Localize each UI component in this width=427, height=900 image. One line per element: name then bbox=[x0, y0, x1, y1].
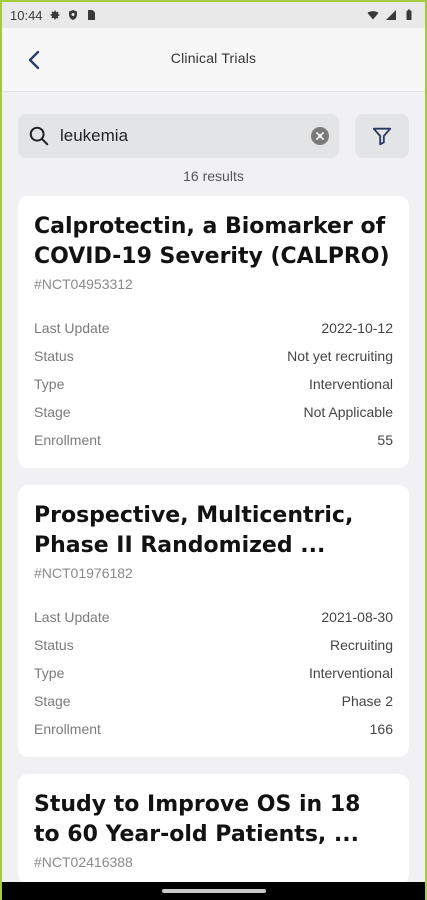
detail-label: Last Update bbox=[34, 320, 110, 336]
screen: 10:44 Clinical Trials leukemia 16 result… bbox=[0, 0, 427, 900]
detail-value: Not Applicable bbox=[303, 404, 393, 420]
home-gesture-handle[interactable] bbox=[161, 889, 266, 893]
filter-icon bbox=[372, 127, 392, 146]
detail-value: Interventional bbox=[308, 665, 393, 681]
detail-label: Status bbox=[34, 637, 74, 653]
navigation-bar bbox=[2, 882, 425, 900]
trial-id: #NCT02416388 bbox=[34, 854, 133, 870]
detail-row-status: Status Recruiting bbox=[34, 631, 393, 659]
trial-id: #NCT04953312 bbox=[34, 276, 133, 292]
detail-value: Not yet recruiting bbox=[287, 348, 393, 364]
detail-row-enrollment: Enrollment 166 bbox=[34, 715, 393, 743]
shield-icon bbox=[68, 10, 77, 20]
detail-value: Interventional bbox=[308, 376, 393, 392]
detail-label: Stage bbox=[34, 693, 71, 709]
detail-row-stage: Stage Phase 2 bbox=[34, 687, 393, 715]
trial-card[interactable]: Study to Improve OS in 18 to 60 Year-old… bbox=[18, 774, 409, 884]
detail-label: Stage bbox=[34, 404, 71, 420]
detail-label: Enrollment bbox=[34, 721, 101, 737]
detail-row-type: Type Interventional bbox=[34, 370, 393, 398]
detail-value: 2022-10-12 bbox=[321, 320, 393, 336]
detail-label: Type bbox=[34, 376, 65, 392]
app-bar: Clinical Trials bbox=[2, 28, 425, 92]
detail-row-type: Type Interventional bbox=[34, 659, 393, 687]
detail-row-enrollment: Enrollment 55 bbox=[34, 426, 393, 454]
detail-row-last-update: Last Update 2021-08-30 bbox=[34, 603, 393, 631]
settings-icon bbox=[50, 10, 60, 20]
detail-label: Enrollment bbox=[34, 432, 101, 448]
search-icon bbox=[29, 126, 49, 146]
trial-list: Calprotectin, a Biomarker of COVID-19 Se… bbox=[18, 196, 409, 900]
detail-value: Recruiting bbox=[329, 637, 393, 653]
search-row bbox=[18, 114, 409, 158]
detail-label: Last Update bbox=[34, 609, 110, 625]
trial-title: Calprotectin, a Biomarker of COVID-19 Se… bbox=[34, 214, 390, 269]
search-box[interactable] bbox=[18, 114, 339, 158]
battery-icon bbox=[406, 9, 412, 20]
detail-value: 55 bbox=[377, 432, 393, 448]
trial-card[interactable]: Calprotectin, a Biomarker of COVID-19 Se… bbox=[18, 196, 409, 468]
status-bar: 10:44 bbox=[2, 2, 425, 28]
trial-card[interactable]: Prospective, Multicentric, Phase II Rand… bbox=[18, 485, 409, 757]
detail-value: Phase 2 bbox=[341, 693, 393, 709]
trial-title: Prospective, Multicentric, Phase II Rand… bbox=[34, 503, 354, 558]
close-icon bbox=[316, 132, 324, 140]
sim-card-icon bbox=[87, 10, 95, 20]
detail-row-last-update: Last Update 2022-10-12 bbox=[34, 314, 393, 342]
trial-details: Last Update 2021-08-30 Status Recruiting… bbox=[34, 603, 393, 743]
clear-search-button[interactable] bbox=[311, 127, 329, 145]
detail-value: 166 bbox=[369, 721, 393, 737]
wifi-icon bbox=[367, 11, 379, 20]
filter-button[interactable] bbox=[355, 114, 409, 158]
detail-label: Type bbox=[34, 665, 65, 681]
status-time: 10:44 bbox=[10, 7, 43, 23]
signal-icon bbox=[386, 10, 396, 20]
trial-details: Last Update 2022-10-12 Status Not yet re… bbox=[34, 314, 393, 454]
search-input[interactable] bbox=[60, 126, 301, 146]
trial-id: #NCT01976182 bbox=[34, 565, 133, 581]
results-count: 16 results bbox=[183, 168, 244, 184]
page-title: Clinical Trials bbox=[170, 50, 257, 66]
trial-title: Study to Improve OS in 18 to 60 Year-old… bbox=[34, 792, 361, 847]
detail-label: Status bbox=[34, 348, 74, 364]
detail-row-status: Status Not yet recruiting bbox=[34, 342, 393, 370]
detail-value: 2021-08-30 bbox=[321, 609, 393, 625]
detail-row-stage: Stage Not Applicable bbox=[34, 398, 393, 426]
